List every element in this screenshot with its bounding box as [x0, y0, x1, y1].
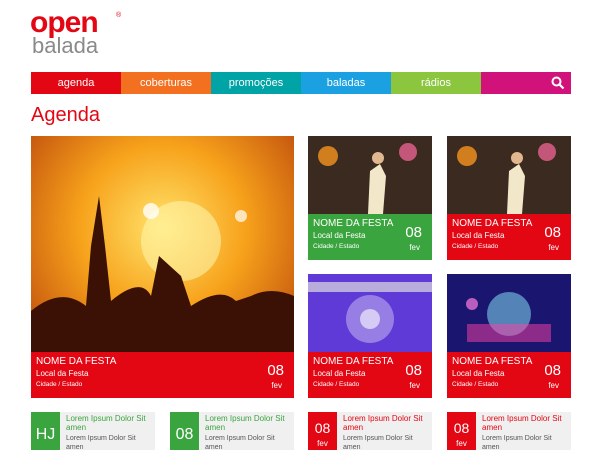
- featured-event-card[interactable]: NOME DA FESTA Local da Festa Cidade / Es…: [31, 136, 294, 398]
- search-icon: [551, 76, 565, 90]
- event-month: fev: [548, 243, 559, 252]
- event-place: Local da Festa: [452, 369, 505, 378]
- mini-title: Lorem Ipsum Dolor Sit amen: [66, 414, 146, 432]
- mini-month: fev: [317, 439, 328, 448]
- mini-date-box: 08 fev: [308, 412, 337, 450]
- nav-radios[interactable]: rádios: [391, 72, 481, 94]
- event-day: 08: [405, 224, 422, 241]
- mini-title: Lorem Ipsum Dolor Sit amen: [205, 414, 285, 432]
- mini-date-box: HJ: [31, 412, 60, 450]
- mini-event[interactable]: 08 fev Lorem Ipsum Dolor Sit amen Lorem …: [447, 412, 571, 451]
- event-bar: NOME DA FESTA Local da Festa Cidade / Es…: [308, 352, 432, 398]
- event-month: fev: [548, 381, 559, 390]
- event-title: NOME DA FESTA: [452, 218, 533, 229]
- mini-day: 08: [175, 426, 194, 443]
- mini-date-box: 08 fev: [447, 412, 476, 450]
- event-place: Local da Festa: [313, 231, 366, 240]
- nav-promocoes[interactable]: promoções: [211, 72, 301, 94]
- mini-title: Lorem Ipsum Dolor Sit amen: [343, 414, 423, 432]
- event-title: NOME DA FESTA: [36, 356, 117, 367]
- event-image: [308, 136, 432, 214]
- event-bar: NOME DA FESTA Local da Festa Cidade / Es…: [447, 352, 571, 398]
- event-place: Local da Festa: [36, 369, 89, 378]
- featured-event-bar: NOME DA FESTA Local da Festa Cidade / Es…: [31, 352, 294, 398]
- event-image: [447, 136, 571, 214]
- event-place: Local da Festa: [452, 231, 505, 240]
- event-title: NOME DA FESTA: [452, 356, 533, 367]
- event-card[interactable]: NOME DA FESTA Local da Festa Cidade / Es…: [308, 136, 432, 260]
- page-title: Agenda: [31, 104, 100, 126]
- mini-text: Lorem Ipsum Dolor Sit amen: [343, 435, 413, 451]
- mini-event[interactable]: HJ Lorem Ipsum Dolor Sit amen Lorem Ipsu…: [31, 412, 155, 451]
- event-place: Local da Festa: [313, 369, 366, 378]
- logo-registered-mark: ®: [116, 12, 122, 19]
- event-image: [447, 274, 571, 354]
- mini-text: Lorem Ipsum Dolor Sit amen: [482, 435, 552, 451]
- event-month: fev: [409, 243, 420, 252]
- event-image: [308, 274, 432, 354]
- mini-event[interactable]: 08 fev Lorem Ipsum Dolor Sit amen Lorem …: [308, 412, 432, 451]
- mini-text: Lorem Ipsum Dolor Sit amen: [205, 435, 275, 451]
- mini-text: Lorem Ipsum Dolor Sit amen: [66, 435, 136, 451]
- event-title: NOME DA FESTA: [313, 218, 394, 229]
- nav-coberturas[interactable]: coberturas: [121, 72, 211, 94]
- event-city: Cidade / Estado: [313, 243, 360, 250]
- event-day: 08: [267, 362, 284, 379]
- event-card[interactable]: NOME DA FESTA Local da Festa Cidade / Es…: [447, 136, 571, 260]
- mini-month: fev: [456, 439, 467, 448]
- event-bar: NOME DA FESTA Local da Festa Cidade / Es…: [447, 214, 571, 260]
- event-month: fev: [409, 381, 420, 390]
- event-city: Cidade / Estado: [452, 381, 499, 388]
- mini-event[interactable]: 08 Lorem Ipsum Dolor Sit amen Lorem Ipsu…: [170, 412, 294, 451]
- mini-day: 08: [453, 420, 470, 436]
- event-month: fev: [271, 381, 282, 390]
- main-nav: agenda coberturas promoções baladas rádi…: [31, 72, 571, 94]
- nav-agenda[interactable]: agenda: [31, 72, 121, 94]
- event-city: Cidade / Estado: [452, 243, 499, 250]
- event-day: 08: [405, 362, 422, 379]
- nav-baladas[interactable]: baladas: [301, 72, 391, 94]
- search-button[interactable]: [481, 72, 571, 94]
- event-bar: NOME DA FESTA Local da Festa Cidade / Es…: [308, 214, 432, 260]
- mini-day: HJ: [35, 426, 56, 443]
- event-title: NOME DA FESTA: [313, 356, 394, 367]
- event-card[interactable]: NOME DA FESTA Local da Festa Cidade / Es…: [308, 274, 432, 398]
- logo[interactable]: open ® balada: [30, 8, 140, 58]
- event-day: 08: [544, 362, 561, 379]
- logo-balada-text: balada: [32, 33, 99, 58]
- mini-date-box: 08: [170, 412, 199, 450]
- event-day: 08: [544, 224, 561, 241]
- mini-day: 08: [314, 420, 331, 436]
- event-city: Cidade / Estado: [36, 381, 83, 388]
- event-card[interactable]: NOME DA FESTA Local da Festa Cidade / Es…: [447, 274, 571, 398]
- mini-title: Lorem Ipsum Dolor Sit amen: [482, 414, 562, 432]
- event-city: Cidade / Estado: [313, 381, 360, 388]
